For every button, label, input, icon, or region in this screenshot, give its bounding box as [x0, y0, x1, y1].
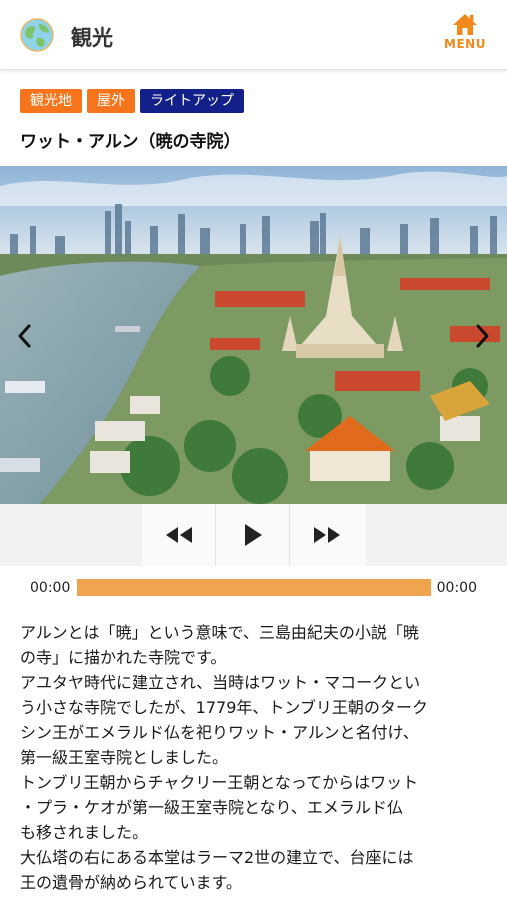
menu-button[interactable]: MENU: [441, 12, 489, 60]
description-line: 大仏塔の右にある本堂はラーマ2世の建立で、台座には: [20, 848, 414, 867]
description-line: 王の遺骨が納められています。: [20, 873, 242, 892]
next-image-arrow-icon[interactable]: [467, 316, 497, 356]
tag-outdoor: 屋外: [87, 89, 135, 113]
globe-icon: [20, 18, 54, 52]
description-line: トンブリ王朝からチャクリー王朝となってからはワット: [20, 773, 419, 792]
tag-list: 観光地 屋外 ライトアップ: [20, 89, 244, 113]
progress-bar[interactable]: [77, 579, 431, 596]
description-line: の寺」に描かれた寺院です。: [20, 648, 227, 667]
tag-lightup: ライトアップ: [140, 89, 244, 113]
audio-progress: 00:00 00:00: [0, 576, 507, 600]
menu-label: MENU: [444, 37, 486, 51]
description-line: シン王がエメラルド仏を祀りワット・アルンと名付け、: [20, 723, 419, 742]
tag-sightseeing: 観光地: [20, 89, 82, 113]
temple-aerial-image: [0, 166, 507, 504]
spot-photo: [0, 166, 507, 504]
fast-forward-icon: [314, 527, 340, 543]
description-line: う小さな寺院でしたが、1779年、トンブリ王朝のターク: [20, 698, 428, 717]
rewind-icon: [165, 527, 192, 543]
play-button[interactable]: [216, 504, 290, 566]
description-line: アユタヤ時代に建立され、当時はワット・マコークとい: [20, 673, 421, 692]
rewind-button[interactable]: [142, 504, 216, 566]
audio-button-group: [142, 504, 366, 566]
audio-controls: [0, 504, 507, 566]
current-time: 00:00: [30, 580, 71, 596]
fast-forward-button[interactable]: [290, 504, 364, 566]
page-title: 観光: [71, 26, 113, 50]
previous-image-arrow-icon[interactable]: [10, 316, 40, 356]
description-line: も移されました。: [20, 823, 149, 842]
play-icon: [244, 524, 262, 546]
spot-description: アルンとは「暁」という意味で、三島由紀夫の小説「暁 の寺」に描かれた寺院です。 …: [20, 620, 490, 895]
total-time: 00:00: [436, 580, 477, 596]
description-line: 第一級王室寺院としました。: [20, 748, 229, 767]
description-line: ・プラ・ケオが第一級王室寺院となり、エメラルド仏: [20, 798, 403, 817]
description-line: アルンとは「暁」という意味で、三島由紀夫の小説「暁: [20, 623, 419, 642]
home-icon: [453, 14, 477, 35]
spot-title: ワット・アルン（暁の寺院）: [20, 132, 241, 152]
app-header: 観光 MENU: [0, 0, 507, 70]
